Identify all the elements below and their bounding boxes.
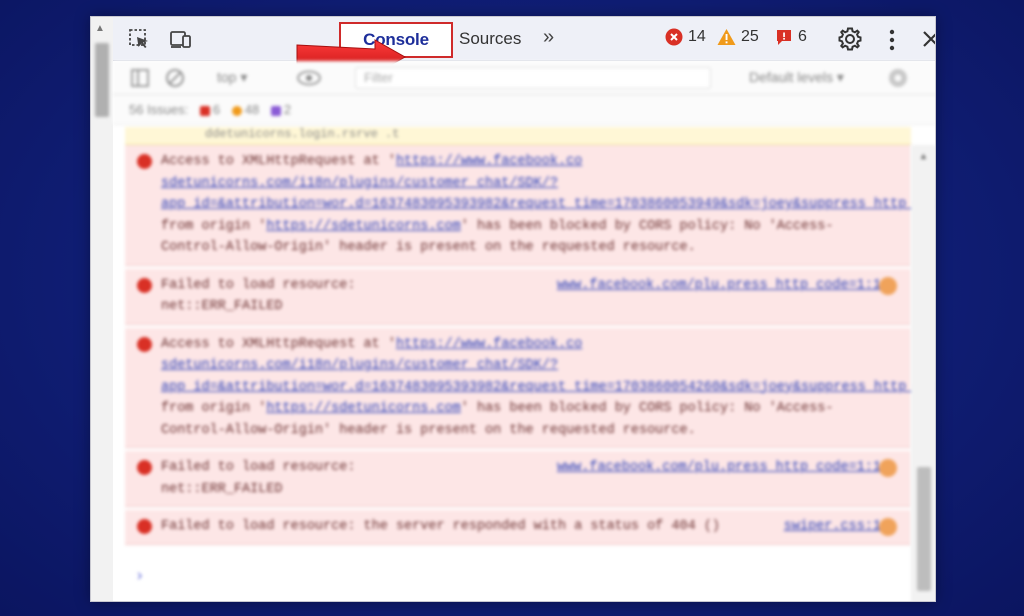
page-scrollbar[interactable]: ▲	[91, 17, 113, 601]
error-icon	[137, 460, 152, 475]
issue-purple-icon	[270, 105, 281, 116]
error-icon	[137, 336, 152, 352]
filter-input[interactable]: Filter	[355, 67, 711, 89]
issue-flag-icon	[777, 30, 791, 45]
console-log: ddetunicorns.login.rsrve .t Access to XM…	[125, 127, 935, 548]
issue-red-icon	[199, 105, 210, 116]
log-levels-dropdown[interactable]: Default levels ▾	[749, 69, 844, 86]
device-toolbar-icon[interactable]	[169, 27, 193, 51]
gear-icon[interactable]	[837, 26, 863, 52]
issues-summary[interactable]: 56 Issues: 6 48 2	[113, 95, 935, 125]
console-scrollbar[interactable]: ▲	[911, 145, 935, 601]
log-entries: Access to XMLHttpRequest at 'https://www…	[125, 145, 935, 545]
error-count: 14	[688, 28, 706, 45]
partial-log-line: ddetunicorns.login.rsrve .t	[125, 127, 911, 145]
log-text: net::ERR_FAILED	[161, 481, 283, 497]
log-origin-link[interactable]: https://sdetunicorns.com	[266, 401, 460, 416]
console-scroll-thumb[interactable]	[917, 467, 931, 591]
error-icon	[137, 277, 152, 293]
log-text: Access to XMLHttpRequest at '	[161, 336, 396, 352]
issues-red-count: 6	[212, 102, 221, 117]
console-prompt[interactable]: ›	[137, 567, 142, 585]
scroll-up-arrow-icon[interactable]: ▲	[95, 23, 105, 34]
devtools-tabbar: Console Sources » 14 25 6	[113, 17, 936, 61]
log-entry-error[interactable]: Failed to load resource: www.facebook.co…	[125, 268, 911, 325]
warning-badge-icon	[879, 459, 897, 477]
devtools-window: ▲ Console Sources » 14 25 6 top ▾ Filter…	[90, 16, 936, 602]
log-text: Failed to load resource: the server resp…	[161, 519, 720, 534]
log-entry-error[interactable]: Failed to load resource: the server resp…	[125, 510, 911, 545]
filter-placeholder: Filter	[364, 70, 393, 85]
kebab-menu-icon[interactable]	[887, 27, 897, 53]
scroll-up-arrow-icon[interactable]: ▲	[919, 151, 928, 161]
error-icon	[137, 519, 152, 534]
issue-orange-icon	[231, 105, 242, 116]
close-icon[interactable]	[919, 27, 936, 51]
select-element-icon[interactable]	[127, 27, 151, 51]
error-counter[interactable]: 14	[665, 28, 706, 46]
log-entry-error[interactable]: Failed to load resource: www.facebook.co…	[125, 451, 911, 507]
log-text: Access to XMLHttpRequest at '	[161, 154, 396, 169]
chevron-double-right-icon: »	[543, 26, 555, 48]
log-source-link[interactable]: swiper.css:1	[784, 516, 881, 538]
log-origin-link[interactable]: https://sdetunicorns.com	[266, 219, 460, 234]
eye-icon[interactable]	[297, 70, 321, 86]
issues-purple-count: 2	[283, 102, 292, 117]
tab-sources-label: Sources	[459, 29, 522, 48]
tab-sources[interactable]: Sources	[459, 29, 521, 49]
log-entry-error[interactable]: Access to XMLHttpRequest at 'https://www…	[125, 327, 935, 448]
more-tabs-button[interactable]: »	[543, 26, 554, 49]
error-icon	[665, 28, 683, 46]
context-selector[interactable]: top ▾	[217, 69, 247, 86]
console-toolbar: top ▾ Filter Default levels ▾	[113, 61, 935, 95]
log-entry-error[interactable]: Access to XMLHttpRequest at 'https://www…	[125, 145, 935, 266]
sidebar-toggle-icon[interactable]	[131, 69, 149, 87]
error-icon	[137, 154, 152, 169]
log-text: Failed to load resource:	[161, 277, 356, 293]
warning-icon	[717, 29, 736, 45]
page-scroll-thumb[interactable]	[95, 43, 109, 117]
log-text: Failed to load resource:	[161, 460, 356, 475]
log-text: net::ERR_FAILED	[161, 299, 283, 314]
issues-label: 56 Issues:	[129, 102, 189, 117]
log-source-link[interactable]: www.facebook.com/plu.press_http_code=1:1	[557, 275, 881, 297]
console-panel: top ▾ Filter Default levels ▾ 56 Issues:…	[113, 61, 935, 601]
warning-badge-icon	[879, 518, 897, 536]
warning-badge-icon	[879, 276, 897, 295]
issues-count: 6	[798, 28, 807, 45]
log-source-link[interactable]: www.facebook.com/plu.press_http_code=1:1	[557, 457, 881, 479]
clear-console-icon[interactable]	[165, 68, 185, 88]
warning-count: 25	[741, 28, 759, 45]
issues-counter[interactable]: 6	[775, 28, 807, 46]
issues-orange-count: 48	[244, 102, 260, 117]
warning-counter[interactable]: 25	[717, 28, 759, 46]
console-settings-gear-icon[interactable]	[887, 67, 909, 89]
